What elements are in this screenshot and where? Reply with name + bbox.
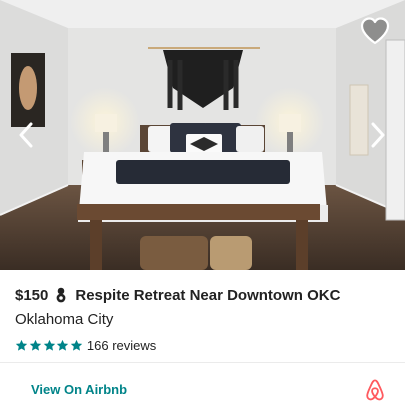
chevron-left-icon xyxy=(19,122,33,148)
airbnb-logo-icon[interactable] xyxy=(364,378,386,402)
bedroom-photo xyxy=(0,0,405,270)
divider xyxy=(0,362,405,363)
star-icon xyxy=(56,339,69,352)
listing-location: Oklahoma City xyxy=(15,311,114,328)
previous-photo-button[interactable] xyxy=(14,120,38,150)
listing-info: $150 Respite Retreat Near Downtown OKC O… xyxy=(15,284,395,354)
star-icon xyxy=(70,339,83,352)
listing-photo[interactable] xyxy=(0,0,405,270)
listing-title: Respite Retreat Near Downtown OKC xyxy=(75,286,341,304)
star-icon xyxy=(15,339,28,352)
chevron-right-icon xyxy=(371,122,385,148)
superhost-medal-icon xyxy=(55,287,67,303)
favorite-button[interactable] xyxy=(359,15,391,47)
rating-row: 166 reviews xyxy=(15,336,395,354)
star-icon xyxy=(43,339,56,352)
reviews-count[interactable]: 166 reviews xyxy=(87,338,156,353)
title-row: $150 Respite Retreat Near Downtown OKC xyxy=(15,284,395,306)
view-on-airbnb-link[interactable]: View On Airbnb xyxy=(31,382,127,397)
star-rating xyxy=(15,339,84,352)
star-icon xyxy=(29,339,42,352)
listing-card[interactable]: $150 Respite Retreat Near Downtown OKC O… xyxy=(0,0,405,412)
next-photo-button[interactable] xyxy=(366,120,390,150)
listing-price: $150 xyxy=(15,286,49,304)
heart-outline-icon xyxy=(360,17,390,45)
